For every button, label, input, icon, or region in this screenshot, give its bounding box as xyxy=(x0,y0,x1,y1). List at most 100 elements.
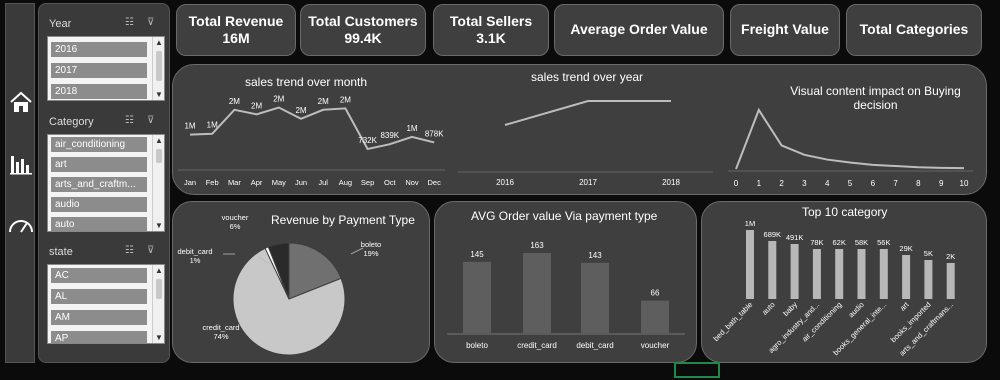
top-category-bar xyxy=(835,249,844,299)
top-category-value-label: 29K xyxy=(899,244,912,253)
top-category-name-label: air_conditioning xyxy=(800,300,844,344)
year-scrollbar[interactable]: ▲ ▼ xyxy=(152,37,164,100)
kpi-label: Average Order Value xyxy=(570,21,708,38)
top-category-chart-svg: 1Mbed_bath_table689Kauto491Kbaby78Kagro_… xyxy=(711,219,955,358)
multi-select-icon[interactable]: ☷ xyxy=(125,245,134,256)
payment-pie-panel: Revenue by Payment Type boleto 19% credit_… xyxy=(172,201,430,363)
clear-filter-icon[interactable]: ⊽ xyxy=(147,245,154,256)
state-option[interactable]: AM xyxy=(51,310,147,325)
kpi-label: Total Customers xyxy=(308,12,418,29)
kpi-average-order-value: Average Order Value xyxy=(554,4,724,56)
top-category-bar xyxy=(857,249,866,299)
selected-cell[interactable] xyxy=(674,362,720,378)
year-slicer-list: 2016 2017 2018 ▲ ▼ xyxy=(47,36,165,101)
visual-tick-label: 2 xyxy=(779,179,784,188)
kpi-label: Total Sellers xyxy=(449,12,533,29)
pie-slice-name: credit_card xyxy=(202,323,239,332)
state-option[interactable]: AL xyxy=(51,289,147,304)
top-category-value-label: 62K xyxy=(833,238,846,247)
clear-filter-icon[interactable]: ⊽ xyxy=(147,115,154,126)
pie-slice-pct: 1% xyxy=(190,256,201,265)
clear-filter-icon[interactable]: ⊽ xyxy=(147,17,154,28)
avg-order-bar xyxy=(581,262,609,333)
visual-tick-label: 7 xyxy=(893,179,898,188)
state-option[interactable]: AC xyxy=(51,268,147,283)
gauge-icon[interactable] xyxy=(7,214,35,234)
top-category-name-label: audio xyxy=(847,300,866,319)
visual-impact-line xyxy=(735,107,965,170)
multi-select-icon[interactable]: ☷ xyxy=(125,115,134,126)
navigation-icon-bar xyxy=(5,3,35,363)
avg-order-value-label: 163 xyxy=(530,241,544,250)
pie-chart-svg: boleto19% credit_card74% debit_card1% vouch… xyxy=(177,213,381,356)
top-category-value-label: 1M xyxy=(745,219,755,228)
month-data-label: 878K xyxy=(425,129,444,138)
kpi-value: 3.1K xyxy=(476,30,506,46)
visual-tick-label: 0 xyxy=(734,179,739,188)
state-scrollbar[interactable]: ▲ ▼ xyxy=(152,265,164,343)
year-option[interactable]: 2018 xyxy=(51,84,147,99)
avg-order-bar xyxy=(463,261,491,333)
month-tick-label: Dec xyxy=(428,178,442,187)
kpi-total-revenue: Total Revenue 16M xyxy=(176,4,296,56)
state-slicer-title: state xyxy=(49,246,73,258)
visual-tick-label: 5 xyxy=(848,179,853,188)
category-scrollbar[interactable]: ▲ ▼ xyxy=(152,135,164,231)
month-data-label: 839K xyxy=(380,131,399,140)
state-option[interactable]: AP xyxy=(51,331,147,343)
category-option[interactable]: air_conditioning xyxy=(51,137,147,152)
category-option[interactable]: audio xyxy=(51,197,147,212)
kpi-total-sellers: Total Sellers 3.1K xyxy=(433,4,549,56)
kpi-label: Freight Value xyxy=(741,21,829,38)
avg-order-category-label: boleto xyxy=(466,341,488,350)
avg-order-category-label: credit_card xyxy=(517,341,557,350)
pie-slice-pct: 19% xyxy=(363,249,378,258)
top-category-bar xyxy=(879,249,888,299)
month-tick-label: Aug xyxy=(339,178,352,187)
avg-order-panel: AVG Order value Via payment type 145 bole… xyxy=(434,201,697,363)
avg-order-bar xyxy=(523,253,551,333)
category-option[interactable]: auto xyxy=(51,217,147,231)
month-tick-label: Nov xyxy=(405,178,419,187)
top-category-value-label: 491K xyxy=(786,233,804,242)
top-category-value-label: 2K xyxy=(946,252,955,261)
top-category-bar xyxy=(946,263,955,299)
pie-slice-name: boleto xyxy=(361,240,381,249)
kpi-total-categories: Total Categories xyxy=(846,4,982,56)
avg-order-category-label: debit_card xyxy=(576,341,613,350)
multi-select-icon[interactable]: ☷ xyxy=(125,17,134,28)
month-data-label: 732K xyxy=(358,136,377,145)
home-icon[interactable] xyxy=(8,89,34,115)
top-category-bar xyxy=(924,260,933,299)
category-option[interactable]: art xyxy=(51,157,147,172)
month-tick-label: Jun xyxy=(295,178,307,187)
bar-chart-icon[interactable] xyxy=(9,152,33,176)
kpi-value: 16M xyxy=(222,30,250,46)
year-trend-line xyxy=(504,100,671,126)
top-category-name-label: bed_bath_table xyxy=(711,300,754,343)
year-tick-label: 2017 xyxy=(579,178,597,187)
month-tick-label: Oct xyxy=(384,178,397,187)
month-tick-label: Apr xyxy=(251,178,263,187)
month-data-label: 1M xyxy=(406,124,417,133)
visual-tick-label: 9 xyxy=(939,179,944,188)
top-category-value-label: 58K xyxy=(855,238,868,247)
category-slicer-list: air_conditioning art arts_and_craftm... … xyxy=(47,134,165,232)
avg-order-chart-svg: 145 boleto 163 credit_card 143 debit_card 66 vo… xyxy=(447,241,685,350)
kpi-total-customers: Total Customers 99.4K xyxy=(300,4,426,56)
year-option[interactable]: 2016 xyxy=(51,42,147,57)
year-option[interactable]: 2017 xyxy=(51,63,147,78)
month-trend-line xyxy=(189,106,435,151)
top-category-value-label: 78K xyxy=(810,238,823,247)
slicer-panel: Year ☷ ⊽ 2016 2017 2018 ▲ ▼ Category ☷ ⊽ … xyxy=(38,3,170,363)
trend-charts-svg: 1M Jan 1M Feb 2M Mar 2M Apr 2M May 2M Jun 2M Jul 2M Aug… xyxy=(178,95,973,188)
avg-order-category-label: voucher xyxy=(641,341,670,350)
visual-tick-label: 6 xyxy=(871,179,876,188)
month-data-label: 2M xyxy=(295,106,306,115)
top-category-bar xyxy=(812,249,821,299)
top-category-bar xyxy=(768,241,777,299)
category-option[interactable]: arts_and_craftm... xyxy=(51,177,147,192)
kpi-label: Total Revenue xyxy=(188,12,284,29)
top-category-bar xyxy=(902,255,911,299)
top-category-name-label: baby xyxy=(781,300,799,318)
